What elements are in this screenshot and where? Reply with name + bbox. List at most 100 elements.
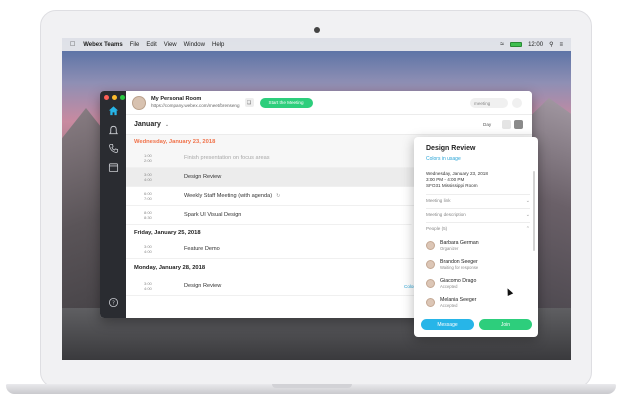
person-name: Brandon Seeger bbox=[440, 258, 478, 265]
menubar-clock[interactable]: 12:00 bbox=[528, 42, 543, 48]
room-url[interactable]: https://company.webex.com/meet/brenseng bbox=[151, 103, 240, 109]
popover-subtitle-link[interactable]: Colors in usage bbox=[426, 156, 461, 162]
menu-edit[interactable]: Edit bbox=[146, 42, 156, 48]
start-meeting-button[interactable]: Start the Meeting bbox=[259, 97, 313, 108]
event-end: 4:00 bbox=[144, 286, 152, 291]
person-item[interactable]: Giacomo Drago Accepted bbox=[426, 274, 530, 292]
calendar-icon[interactable] bbox=[107, 161, 119, 173]
person-status: Accepted bbox=[440, 302, 458, 308]
webcam bbox=[314, 27, 320, 33]
person-avatar bbox=[426, 240, 435, 250]
person-status: Accepted bbox=[440, 283, 458, 289]
search-input[interactable]: meeting bbox=[470, 98, 508, 108]
phone-icon[interactable] bbox=[107, 142, 119, 154]
event-title: Spark UI Visual Design bbox=[184, 212, 242, 218]
person-info: Melania Seeger Accepted bbox=[440, 297, 476, 308]
message-button[interactable]: Message bbox=[421, 319, 474, 330]
divider bbox=[426, 208, 530, 209]
month-label: January bbox=[134, 121, 161, 128]
apple-icon[interactable]:  bbox=[70, 41, 75, 48]
event-times: 3:00 4:00 bbox=[126, 244, 162, 254]
menu-view[interactable]: View bbox=[164, 42, 177, 48]
person-avatar bbox=[426, 259, 435, 269]
menu-app-name[interactable]: Webex Teams bbox=[83, 42, 122, 48]
view-label: Day bbox=[483, 122, 492, 127]
person-item[interactable]: Brandon Seeger Waiting for response bbox=[426, 255, 530, 273]
wifi-icon[interactable]: ≈ bbox=[500, 41, 504, 48]
event-times: 3:00 4:00 bbox=[126, 281, 162, 291]
maximize-window-button[interactable] bbox=[120, 95, 125, 100]
section-label: People (5) bbox=[426, 226, 448, 231]
meeting-description-section[interactable]: Meeting description ⌄ bbox=[426, 212, 530, 218]
window-controls bbox=[104, 95, 125, 100]
home-icon[interactable] bbox=[107, 104, 119, 116]
svg-text:?: ? bbox=[112, 300, 115, 306]
popover-datetime: Wednesday, January 23, 2018 3:00 PM - 4:… bbox=[426, 171, 488, 189]
bell-icon[interactable] bbox=[107, 124, 119, 136]
chevron-down-icon: ⌄ bbox=[164, 121, 170, 128]
event-end: 2:00 bbox=[144, 158, 152, 163]
popover-scrollbar[interactable] bbox=[533, 171, 535, 251]
person-item[interactable]: Melania Seeger Accepted bbox=[426, 293, 530, 311]
event-times: 6:00 7:00 bbox=[126, 191, 162, 201]
grid-view-button[interactable] bbox=[514, 120, 523, 129]
person-status: Waiting for response bbox=[440, 264, 479, 270]
room-info: My Personal Room https://company.webex.c… bbox=[151, 96, 240, 109]
event-times: 8:00 8:30 bbox=[126, 210, 162, 220]
event-end: 7:00 bbox=[144, 196, 152, 201]
event-end: 8:30 bbox=[144, 215, 152, 220]
copy-link-icon[interactable]: ❏ bbox=[244, 98, 254, 107]
event-title: Weekly Staff Meeting (with agenda) bbox=[184, 193, 273, 199]
join-button[interactable]: Join bbox=[479, 319, 532, 330]
laptop-notch bbox=[272, 384, 352, 388]
event-end: 4:00 bbox=[144, 249, 152, 254]
month-selector[interactable]: January ⌄ bbox=[126, 115, 532, 135]
event-title: Design Review bbox=[184, 174, 222, 180]
divider bbox=[426, 194, 530, 195]
divider bbox=[426, 222, 530, 223]
popover-location: SFO31 Mississippi Room bbox=[426, 183, 478, 188]
people-section[interactable]: People (5) ⌃ bbox=[426, 226, 530, 232]
person-info: Barbara German Organizer bbox=[440, 240, 479, 251]
room-title: My Personal Room bbox=[151, 96, 202, 102]
event-times: 3:00 4:00 bbox=[126, 172, 162, 182]
section-label: Meeting description bbox=[426, 212, 466, 217]
menu-help[interactable]: Help bbox=[212, 42, 224, 48]
event-title: Design Review bbox=[184, 283, 222, 289]
person-item[interactable]: Barbara German Organizer bbox=[426, 236, 530, 254]
event-title: Finish presentation on focus areas bbox=[184, 155, 270, 161]
meeting-details-popover: Design Review Colors in usage Wednesday,… bbox=[414, 137, 538, 337]
screen:  Webex Teams File Edit View Window Help… bbox=[62, 38, 571, 360]
person-name: Melania Seeger bbox=[440, 296, 477, 303]
app-sidebar: ? bbox=[100, 91, 126, 318]
chevron-up-icon: ⌃ bbox=[525, 226, 530, 232]
person-info: Brandon Seeger Waiting for response bbox=[440, 259, 478, 270]
person-status: Organizer bbox=[440, 245, 459, 251]
event-times: 1:00 2:00 bbox=[126, 153, 162, 163]
menu-window[interactable]: Window bbox=[184, 42, 205, 48]
chevron-down-icon: ⌄ bbox=[525, 198, 530, 204]
popover-title: Design Review bbox=[426, 145, 476, 152]
person-info: Giacomo Drago Accepted bbox=[440, 278, 476, 289]
close-window-button[interactable] bbox=[104, 95, 109, 100]
event-end: 4:00 bbox=[144, 177, 152, 182]
menu-list-icon[interactable]: ≡ bbox=[559, 42, 563, 48]
minimize-window-button[interactable] bbox=[112, 95, 117, 100]
person-name: Barbara German bbox=[440, 239, 479, 246]
person-avatar bbox=[426, 278, 435, 288]
meeting-link-section[interactable]: Meeting link ⌄ bbox=[426, 198, 530, 204]
person-avatar bbox=[426, 297, 435, 307]
battery-icon[interactable] bbox=[510, 42, 523, 47]
search-icon[interactable] bbox=[512, 98, 522, 108]
chevron-down-icon: ⌄ bbox=[525, 212, 530, 218]
help-icon[interactable]: ? bbox=[107, 296, 119, 308]
user-avatar[interactable] bbox=[132, 95, 146, 110]
recurring-icon: ↻ bbox=[276, 193, 281, 199]
spotlight-icon[interactable]: ⚲ bbox=[549, 41, 553, 48]
macos-menubar:  Webex Teams File Edit View Window Help… bbox=[62, 38, 571, 51]
section-label: Meeting link bbox=[426, 198, 451, 203]
event-title: Feature Demo bbox=[184, 246, 220, 252]
list-view-button[interactable] bbox=[502, 120, 511, 129]
person-name: Giacomo Drago bbox=[440, 277, 477, 284]
menu-file[interactable]: File bbox=[130, 42, 140, 48]
